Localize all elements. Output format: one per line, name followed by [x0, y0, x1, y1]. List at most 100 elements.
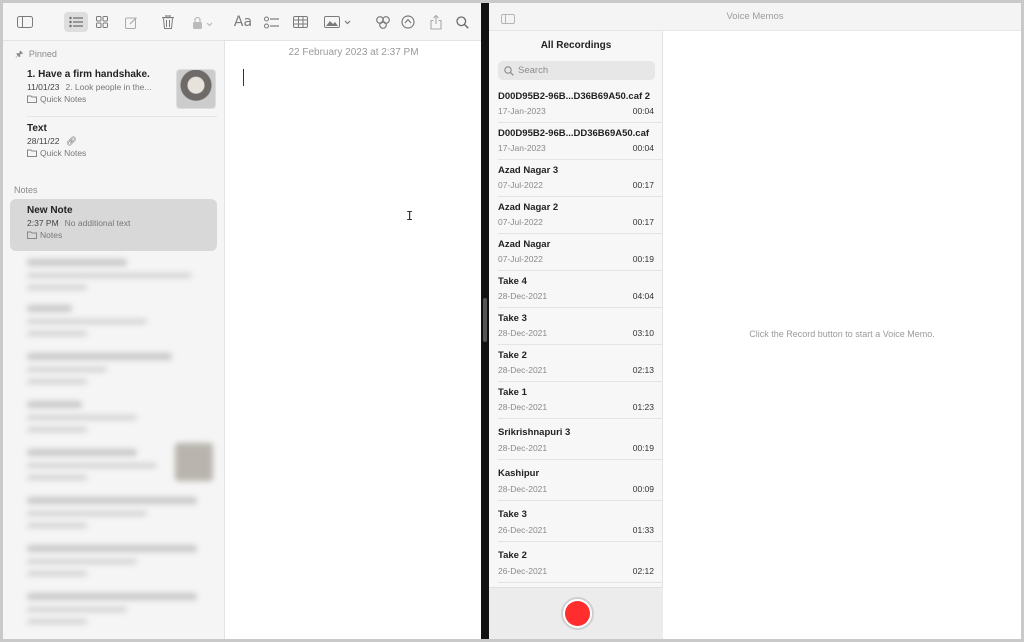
note-editor[interactable]: 22 February 2023 at 2:37 PM I	[226, 41, 481, 639]
recording-item[interactable]: Take 2 26-Dec-2021 02:12	[489, 542, 663, 583]
note-item[interactable]: 1. Have a firm handshake. 11/01/23 2. Loo…	[10, 63, 217, 117]
recording-detail-pane: Click the Record button to start a Voice…	[663, 31, 1021, 639]
share-icon[interactable]	[426, 12, 446, 32]
recording-item[interactable]: D00D95B2-96B...D36B69A50.caf 2 17-Jan-202…	[489, 86, 663, 123]
recording-duration: 03:10	[632, 328, 654, 338]
recording-duration: 00:09	[632, 484, 654, 494]
recording-item[interactable]: Azad Nagar 07-Jul-2022 00:19	[489, 234, 663, 271]
recording-item[interactable]: Take 1 28-Dec-2021 01:23	[489, 382, 663, 419]
recording-item[interactable]: Take 3 28-Dec-2021 03:10	[489, 308, 663, 345]
empty-state-hint: Click the Record button to start a Voice…	[749, 329, 935, 339]
recording-date: 17-Jan-2023	[498, 106, 546, 116]
pin-icon: 🖈	[15, 49, 24, 59]
recording-item[interactable]: Srikrishnapuri 3 28-Dec-2021 00:19	[489, 419, 663, 460]
folder-icon	[27, 95, 37, 103]
recording-name: Kashipur	[498, 468, 540, 479]
note-title: Text	[27, 123, 47, 134]
record-bar	[489, 587, 663, 639]
recording-duration: 00:17	[632, 217, 654, 227]
record-button[interactable]	[561, 597, 594, 630]
note-meta: 2:37 PM No additional text	[27, 218, 131, 228]
gallery-view-icon[interactable]	[92, 12, 112, 32]
split-view-divider[interactable]	[481, 3, 489, 639]
note-title: 1. Have a firm handshake.	[27, 69, 150, 80]
recording-date: 28-Dec-2021	[498, 291, 548, 301]
note-title: New Note	[27, 205, 73, 216]
recording-date: 28-Dec-2021	[498, 443, 548, 453]
recording-duration: 02:12	[632, 566, 654, 576]
recordings-sidebar: All Recordings D00D95B2-96B...D36B69A50.…	[489, 31, 663, 639]
recording-duration: 00:19	[632, 443, 654, 453]
blurred-notes	[3, 253, 224, 639]
pinned-section-label: 🖈 Pinned	[15, 49, 57, 59]
note-meta: 28/11/22 🔗︎	[27, 136, 77, 146]
recording-item[interactable]: Take 3 26-Dec-2021 01:33	[489, 501, 663, 542]
recording-name: Take 3	[498, 509, 527, 520]
recording-date: 26-Dec-2021	[498, 525, 548, 535]
share-link-icon[interactable]	[398, 12, 418, 32]
recording-duration: 01:33	[632, 525, 654, 535]
search-field[interactable]	[498, 61, 655, 80]
recording-name: Take 1	[498, 387, 527, 398]
notes-list: 🖈 Pinned 1. Have a firm handshake. 11/01…	[3, 41, 225, 639]
divider-handle[interactable]	[483, 298, 487, 342]
recording-item[interactable]: Kashipur 28-Dec-2021 00:09	[489, 460, 663, 501]
recording-duration: 04:04	[632, 291, 654, 301]
note-folder: Quick Notes	[27, 94, 86, 104]
recording-name: Azad Nagar 2	[498, 202, 559, 213]
recording-name: D00D95B2-96B...DD36B69A50.caf	[498, 128, 650, 139]
note-item[interactable]: Text 28/11/22 🔗︎ Quick Notes	[10, 117, 217, 169]
recording-duration: 00:04	[632, 143, 654, 153]
notes-section-label: Notes	[14, 185, 38, 195]
recording-name: Azad Nagar	[498, 239, 551, 250]
recording-name: Take 4	[498, 276, 527, 287]
note-meta: 11/01/23 2. Look people in the...	[27, 82, 152, 92]
window-title: Voice Memos	[726, 11, 784, 22]
table-icon[interactable]	[290, 12, 310, 32]
search-input[interactable]	[518, 65, 638, 76]
recordings-list: D00D95B2-96B...D36B69A50.caf 2 17-Jan-202…	[489, 86, 663, 583]
recording-duration: 01:23	[632, 402, 654, 412]
checklist-icon[interactable]	[261, 12, 281, 32]
compose-icon[interactable]	[121, 12, 141, 32]
list-view-icon[interactable]	[64, 12, 88, 32]
format-icon[interactable]: Aa	[232, 12, 254, 32]
recording-item[interactable]: Take 2 28-Dec-2021 02:13	[489, 345, 663, 382]
recording-date: 28-Dec-2021	[498, 328, 548, 338]
recording-date: 07-Jul-2022	[498, 254, 543, 264]
recording-name: Srikrishnapuri 3	[498, 427, 571, 438]
recording-name: Take 2	[498, 350, 527, 361]
note-date: 22 February 2023 at 2:37 PM	[288, 47, 419, 58]
note-folder: Notes	[27, 230, 62, 240]
recording-name: Take 3	[498, 313, 527, 324]
recording-item[interactable]: Take 4 28-Dec-2021 04:04	[489, 271, 663, 308]
screen: Aa 🖈 Pinned 1. Have a firm handshake. 11…	[0, 0, 1024, 642]
recording-duration: 00:19	[632, 254, 654, 264]
recording-item[interactable]: Azad Nagar 2 07-Jul-2022 00:17	[489, 197, 663, 234]
note-item-selected[interactable]: New Note 2:37 PM No additional text Notes	[10, 199, 217, 251]
recording-date: 07-Jul-2022	[498, 217, 543, 227]
media-icon[interactable]	[323, 12, 353, 32]
recording-item[interactable]: Azad Nagar 3 07-Jul-2022 00:17	[489, 160, 663, 197]
recording-date: 28-Dec-2021	[498, 484, 548, 494]
lock-icon[interactable]	[189, 12, 217, 32]
voice-memos-window: Voice Memos All Recordings D00D95B2-96B.…	[489, 3, 1021, 639]
recording-date: 07-Jul-2022	[498, 180, 543, 190]
recording-duration: 02:13	[632, 365, 654, 375]
recording-item[interactable]: D00D95B2-96B...DD36B69A50.caf 17-Jan-2023…	[489, 123, 663, 160]
folder-icon	[27, 231, 37, 239]
notes-window: Aa 🖈 Pinned 1. Have a firm handshake. 11…	[3, 3, 481, 639]
sidebar-toggle-icon[interactable]	[15, 12, 35, 32]
voice-memos-titlebar: Voice Memos	[489, 3, 1021, 31]
collaborate-icon[interactable]	[373, 12, 393, 32]
format-label: Aa	[233, 14, 253, 30]
record-dot-icon	[565, 601, 590, 626]
recording-date: 17-Jan-2023	[498, 143, 546, 153]
recording-name: Take 2	[498, 550, 527, 561]
recordings-heading: All Recordings	[540, 40, 612, 51]
text-caret	[243, 69, 244, 86]
search-icon[interactable]	[452, 12, 472, 32]
search-icon	[504, 65, 514, 76]
note-folder: Quick Notes	[27, 148, 86, 158]
trash-icon[interactable]	[158, 12, 178, 32]
